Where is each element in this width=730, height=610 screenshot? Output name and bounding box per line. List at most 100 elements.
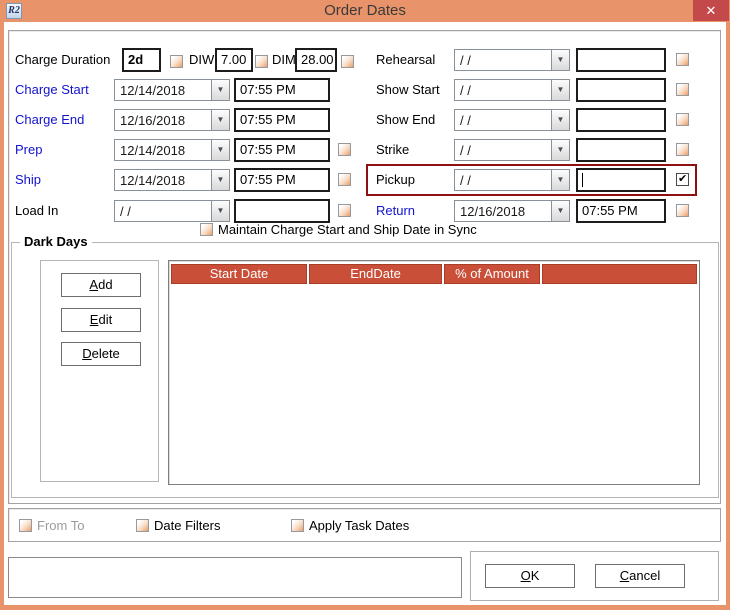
dark-days-title: Dark Days [20, 234, 92, 249]
ok-button[interactable]: OK [485, 564, 575, 588]
note-input[interactable] [8, 557, 462, 598]
load-in-dropdown-button[interactable]: ▼ [211, 201, 229, 221]
dates-section: Charge Duration 2d DIW 7.00 DIM 28.00 Ch… [8, 30, 721, 504]
chevron-down-icon: ▼ [552, 140, 569, 160]
show-end-checkbox[interactable] [676, 113, 689, 126]
delete-button[interactable]: Delete [61, 342, 141, 366]
filter-section: From To Date Filters Apply Task Dates [8, 508, 721, 542]
show-start-date-value: / / [460, 83, 471, 98]
charge-start-row: Charge Start 12/14/2018 ▼ 07:55 PM [15, 76, 361, 104]
dialog-content: Charge Duration 2d DIW 7.00 DIM 28.00 Ch… [4, 22, 726, 605]
action-button-panel: OK Cancel [470, 551, 719, 601]
strike-date-combo[interactable]: / / ▼ [454, 139, 570, 161]
strike-label: Strike [376, 142, 409, 157]
return-time-field[interactable]: 07:55 PM [576, 199, 666, 223]
apply-task-dates-option: Apply Task Dates [291, 517, 409, 533]
load-in-date-combo[interactable]: / / ▼ [114, 200, 230, 222]
show-end-time-field[interactable] [576, 108, 666, 132]
charge-end-time-field[interactable]: 07:55 PM [234, 108, 330, 132]
show-end-label: Show End [376, 112, 435, 127]
pickup-label: Pickup [376, 172, 415, 187]
order-dates-dialog: R2 Order Dates ✕ Charge Duration 2d DIW … [0, 0, 730, 610]
load-in-checkbox[interactable] [338, 204, 351, 217]
pickup-date-combo[interactable]: / / ▼ [454, 169, 570, 191]
charge-end-row: Charge End 12/16/2018 ▼ 07:55 PM [15, 106, 361, 134]
charge-end-dropdown-button[interactable]: ▼ [211, 110, 229, 130]
return-dropdown-button[interactable]: ▼ [551, 201, 569, 221]
pickup-dropdown-button[interactable]: ▼ [551, 170, 569, 190]
show-start-dropdown-button[interactable]: ▼ [551, 80, 569, 100]
rehearsal-dropdown-button[interactable]: ▼ [551, 50, 569, 70]
charge-duration-label: Charge Duration [15, 52, 110, 67]
show-start-label: Show Start [376, 82, 440, 97]
load-in-date-value: / / [120, 204, 131, 219]
edit-button[interactable]: Edit [61, 308, 141, 332]
strike-time-field[interactable] [576, 138, 666, 162]
rehearsal-time-field[interactable] [576, 48, 666, 72]
title-bar[interactable]: R2 Order Dates ✕ [0, 0, 730, 22]
show-start-date-combo[interactable]: / / ▼ [454, 79, 570, 101]
return-checkbox[interactable] [676, 204, 689, 217]
cancel-button[interactable]: Cancel [595, 564, 685, 588]
return-date-combo[interactable]: 12/16/2018 ▼ [454, 200, 570, 222]
charge-end-date-combo[interactable]: 12/16/2018 ▼ [114, 109, 230, 131]
charge-duration-checkbox[interactable] [170, 55, 183, 68]
prep-date-combo[interactable]: 12/14/2018 ▼ [114, 139, 230, 161]
dark-days-table[interactable]: Start Date EndDate % of Amount [168, 260, 700, 485]
rehearsal-date-combo[interactable]: / / ▼ [454, 49, 570, 71]
ship-date-combo[interactable]: 12/14/2018 ▼ [114, 169, 230, 191]
show-start-checkbox[interactable] [676, 83, 689, 96]
ship-checkbox[interactable] [338, 173, 351, 186]
strike-dropdown-button[interactable]: ▼ [551, 140, 569, 160]
dialog-title: Order Dates [0, 2, 730, 19]
dim-field[interactable]: 28.00 [295, 48, 337, 72]
chevron-down-icon: ▼ [552, 110, 569, 130]
column-header-filler [542, 264, 697, 284]
prep-date-value: 12/14/2018 [120, 143, 185, 158]
prep-time-field[interactable]: 07:55 PM [234, 138, 330, 162]
chevron-down-icon: ▼ [212, 170, 229, 190]
return-date-value: 12/16/2018 [460, 204, 525, 219]
pickup-checkbox[interactable]: ✔ [676, 173, 689, 186]
text-caret [582, 173, 583, 187]
date-filters-checkbox[interactable] [136, 519, 149, 532]
charge-start-dropdown-button[interactable]: ▼ [211, 80, 229, 100]
show-end-dropdown-button[interactable]: ▼ [551, 110, 569, 130]
ship-time-field[interactable]: 07:55 PM [234, 168, 330, 192]
diw-checkbox[interactable] [255, 55, 268, 68]
ship-dropdown-button[interactable]: ▼ [211, 170, 229, 190]
column-header-start-date[interactable]: Start Date [171, 264, 307, 284]
pickup-time-field[interactable] [576, 168, 666, 192]
show-end-date-combo[interactable]: / / ▼ [454, 109, 570, 131]
rehearsal-label: Rehearsal [376, 52, 435, 67]
column-header-end-date[interactable]: EndDate [309, 264, 442, 284]
charge-start-date-combo[interactable]: 12/14/2018 ▼ [114, 79, 230, 101]
show-start-row: Show Start / / ▼ [368, 76, 695, 104]
prep-row: Prep 12/14/2018 ▼ 07:55 PM [15, 136, 361, 164]
show-end-date-value: / / [460, 113, 471, 128]
strike-checkbox[interactable] [676, 143, 689, 156]
from-to-option: From To [19, 517, 84, 533]
dim-checkbox[interactable] [341, 55, 354, 68]
diw-field[interactable]: 7.00 [215, 48, 253, 72]
column-header-percent-amount[interactable]: % of Amount [444, 264, 540, 284]
prep-dropdown-button[interactable]: ▼ [211, 140, 229, 160]
prep-checkbox[interactable] [338, 143, 351, 156]
dim-label: DIM [272, 52, 296, 67]
chevron-down-icon: ▼ [212, 110, 229, 130]
close-button[interactable]: ✕ [693, 0, 729, 21]
load-in-label: Load In [15, 203, 58, 218]
rehearsal-date-value: / / [460, 53, 471, 68]
rehearsal-checkbox[interactable] [676, 53, 689, 66]
show-start-time-field[interactable] [576, 78, 666, 102]
charge-end-label: Charge End [15, 112, 84, 127]
apply-task-dates-checkbox[interactable] [291, 519, 304, 532]
load-in-time-field[interactable] [234, 199, 330, 223]
charge-duration-field[interactable]: 2d [122, 48, 161, 72]
chevron-down-icon: ▼ [552, 50, 569, 70]
return-label: Return [376, 203, 415, 218]
sync-checkbox[interactable] [200, 223, 213, 236]
charge-start-time-field[interactable]: 07:55 PM [234, 78, 330, 102]
add-button[interactable]: Add [61, 273, 141, 297]
from-to-checkbox[interactable] [19, 519, 32, 532]
